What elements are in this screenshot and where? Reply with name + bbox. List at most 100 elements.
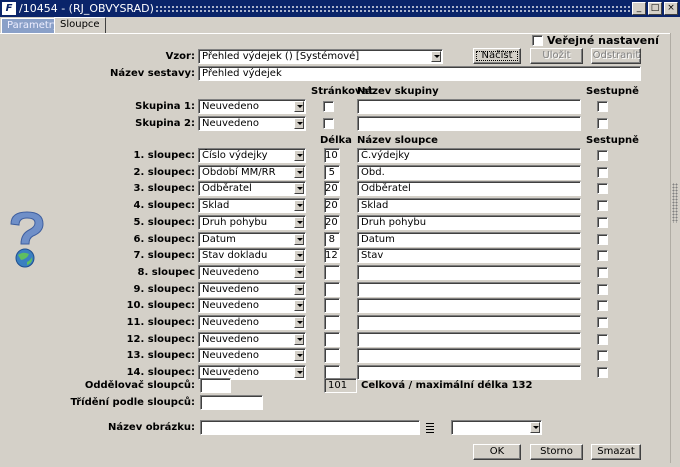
column-9-name-input[interactable] (357, 281, 581, 297)
group-2-pagination-checkbox[interactable] (323, 118, 334, 129)
column-10-descending-checkbox[interactable] (597, 300, 608, 312)
column-7-length-input[interactable]: 12 (324, 248, 340, 264)
chevron-down-icon[interactable] (294, 367, 304, 379)
column-3-name-input[interactable]: Odběratel (357, 181, 581, 197)
column-8-length-input[interactable] (324, 264, 340, 280)
group-2-descending-checkbox[interactable] (597, 118, 608, 129)
chevron-down-icon[interactable] (294, 200, 304, 212)
column-12-name-input[interactable] (357, 331, 581, 347)
chevron-down-icon[interactable] (294, 333, 304, 345)
column-1-length-input[interactable]: 10 (324, 148, 340, 163)
smazat-button[interactable]: Smazat (591, 444, 641, 460)
column-6-descending-checkbox[interactable] (597, 233, 608, 245)
column-6-name-input[interactable]: Datum (357, 231, 581, 247)
chevron-down-icon[interactable] (294, 250, 304, 262)
group-1-select[interactable]: Neuvedeno (198, 99, 306, 114)
column-5-length-input[interactable]: 20 (324, 214, 340, 230)
vertical-scrollbar[interactable] (670, 33, 678, 463)
column-1-select[interactable]: Číslo výdejky (198, 148, 306, 163)
chevron-down-icon[interactable] (294, 350, 304, 362)
group-1-pagination-checkbox[interactable] (323, 101, 334, 112)
maximize-button[interactable]: □ (648, 2, 662, 15)
column-13-select[interactable]: Neuvedeno (198, 348, 306, 364)
column-7-select[interactable]: Stav dokladu (198, 248, 306, 264)
column-10-select[interactable]: Neuvedeno (198, 298, 306, 314)
vzor-select[interactable]: Přehled výdejek () [Systémové] (198, 49, 443, 64)
chevron-down-icon[interactable] (294, 300, 304, 312)
column-2-name-input[interactable]: Obd. (357, 164, 581, 180)
column-1-name-input[interactable]: Č.výdejky (357, 148, 581, 163)
save-button[interactable]: Uložit (530, 48, 583, 64)
public-settings-checkbox[interactable] (532, 35, 543, 46)
column-9-length-input[interactable] (324, 281, 340, 297)
chevron-down-icon[interactable] (294, 150, 304, 161)
column-14-descending-checkbox[interactable] (597, 367, 608, 379)
sort-input[interactable] (200, 395, 263, 410)
column-11-descending-checkbox[interactable] (597, 317, 608, 328)
image-select[interactable] (451, 420, 542, 435)
close-button[interactable]: × (664, 2, 678, 15)
chevron-down-icon[interactable] (431, 51, 441, 62)
column-2-descending-checkbox[interactable] (597, 166, 608, 178)
column-4-length-input[interactable]: 20 (324, 198, 340, 214)
chevron-down-icon[interactable] (294, 216, 304, 228)
chevron-down-icon[interactable] (294, 118, 304, 129)
column-9-select[interactable]: Neuvedeno (198, 281, 306, 297)
group-1-descending-checkbox[interactable] (597, 101, 608, 112)
chevron-down-icon[interactable] (294, 266, 304, 278)
column-3-length-input[interactable]: 20 (324, 181, 340, 197)
load-button[interactable]: Načíst (473, 48, 521, 64)
report-name-input[interactable]: Přehled výdejek (198, 66, 641, 81)
group-2-select[interactable]: Neuvedeno (198, 116, 306, 131)
column-3-descending-checkbox[interactable] (597, 183, 608, 195)
column-10-name-input[interactable] (357, 298, 581, 314)
column-4-select[interactable]: Sklad (198, 198, 306, 214)
ok-button[interactable]: OK (473, 444, 521, 460)
image-name-input[interactable] (200, 420, 420, 435)
column-7-descending-checkbox[interactable] (597, 250, 608, 262)
tab-sloupce[interactable]: Sloupce (54, 17, 106, 34)
column-2-length-input[interactable]: 5 (324, 164, 340, 180)
column-6-select[interactable]: Datum (198, 231, 306, 247)
chevron-down-icon[interactable] (294, 283, 304, 295)
column-12-length-input[interactable] (324, 331, 340, 347)
column-6-length-input[interactable]: 8 (324, 231, 340, 247)
column-11-length-input[interactable] (324, 315, 340, 330)
column-11-name-input[interactable] (357, 315, 581, 330)
chevron-down-icon[interactable] (530, 422, 540, 433)
scroll-grip[interactable] (672, 183, 678, 223)
column-1-descending-checkbox[interactable] (597, 150, 608, 161)
column-13-descending-checkbox[interactable] (597, 350, 608, 362)
column-14-name-input[interactable] (357, 365, 581, 381)
column-8-descending-checkbox[interactable] (597, 266, 608, 278)
storno-button[interactable]: Storno (530, 444, 583, 460)
separator-input[interactable] (200, 378, 231, 393)
column-5-name-input[interactable]: Druh pohybu (357, 214, 581, 230)
delete-button[interactable]: Odstranit (591, 48, 641, 64)
column-5-descending-checkbox[interactable] (597, 216, 608, 228)
group-1-name-input[interactable] (357, 99, 581, 114)
column-10-length-input[interactable] (324, 298, 340, 314)
chevron-down-icon[interactable] (294, 166, 304, 178)
column-7-name-input[interactable]: Stav (357, 248, 581, 264)
column-12-descending-checkbox[interactable] (597, 333, 608, 345)
column-9-descending-checkbox[interactable] (597, 283, 608, 295)
chevron-down-icon[interactable] (294, 317, 304, 328)
list-icon[interactable] (424, 420, 436, 434)
column-5-select[interactable]: Druh pohybu (198, 214, 306, 230)
column-11-select[interactable]: Neuvedeno (198, 315, 306, 330)
column-4-name-input[interactable]: Sklad (357, 198, 581, 214)
column-3-select[interactable]: Odběratel (198, 181, 306, 197)
column-4-descending-checkbox[interactable] (597, 200, 608, 212)
chevron-down-icon[interactable] (294, 183, 304, 195)
chevron-down-icon[interactable] (294, 101, 304, 112)
column-13-name-input[interactable] (357, 348, 581, 364)
column-8-select[interactable]: Neuvedeno (198, 264, 306, 280)
column-13-length-input[interactable] (324, 348, 340, 364)
minimize-button[interactable]: _ (632, 2, 646, 15)
group-2-name-input[interactable] (357, 116, 581, 131)
column-12-select[interactable]: Neuvedeno (198, 331, 306, 347)
chevron-down-icon[interactable] (294, 233, 304, 245)
column-2-select[interactable]: Období MM/RR (198, 164, 306, 180)
column-8-name-input[interactable] (357, 264, 581, 280)
